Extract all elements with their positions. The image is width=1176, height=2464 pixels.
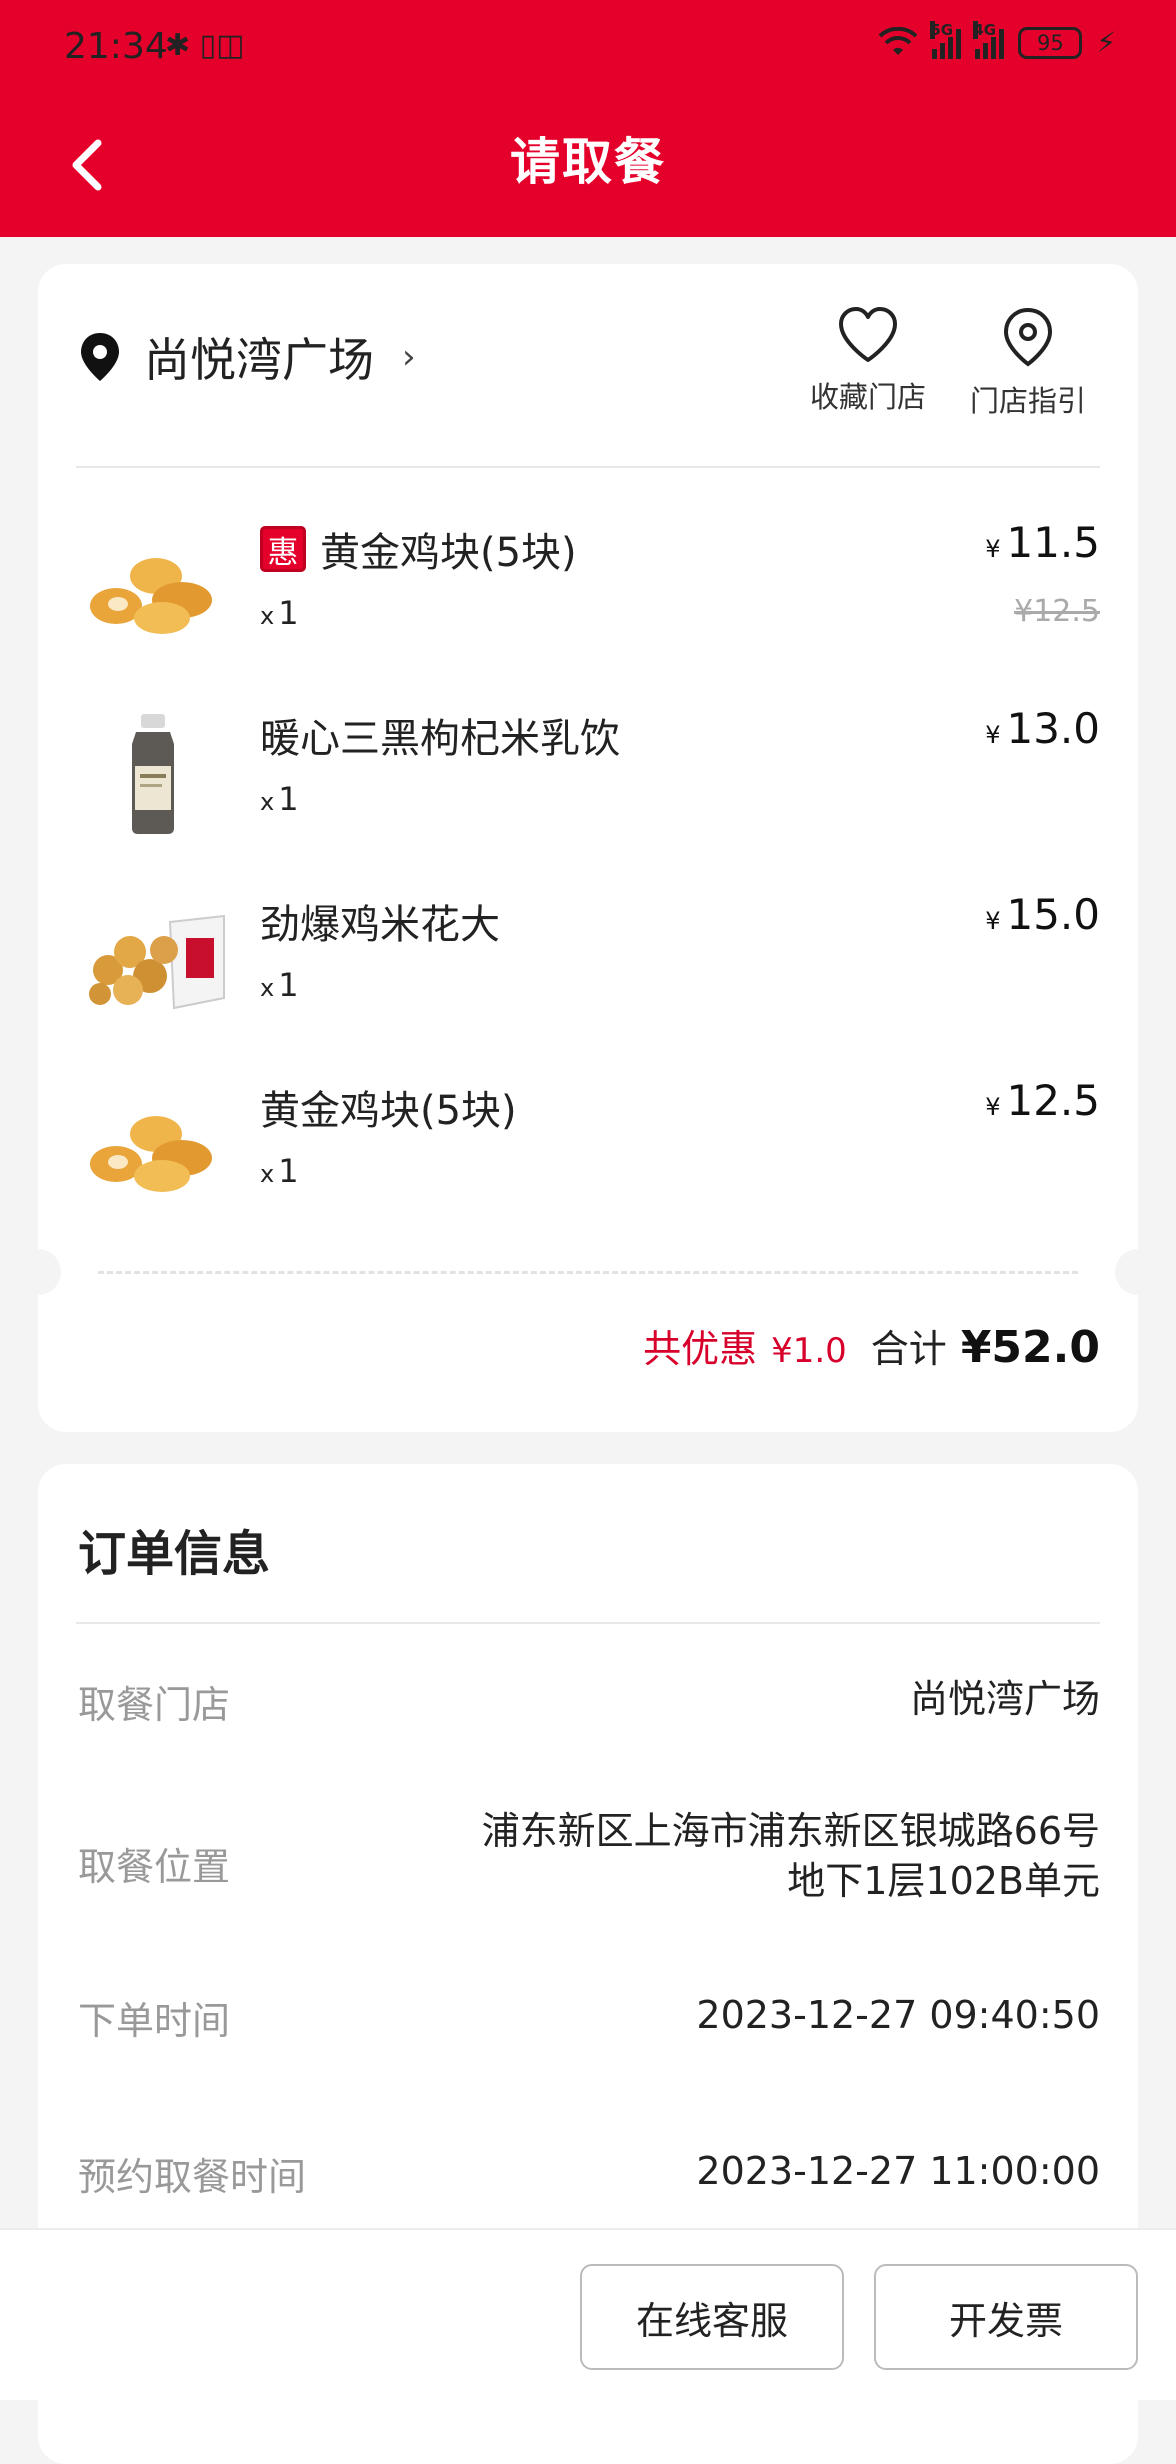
favorite-store-button[interactable]: 收藏门店: [810, 306, 926, 416]
chicken-nuggets-image: [90, 558, 212, 634]
heart-icon: [839, 307, 897, 362]
charging-icon: ⚡: [1096, 26, 1116, 59]
item-quantity: x1: [260, 1152, 299, 1190]
order-item: 劲爆鸡米花大 x1 ¥15.0: [38, 886, 1138, 1026]
signal-5g-icon: 5G: [930, 20, 962, 59]
battery-icon: 95: [1018, 26, 1083, 59]
store-link[interactable]: 尚悦湾广场 ›: [78, 324, 416, 390]
status-right: 5G 4G 95 ⚡: [878, 20, 1116, 59]
discount-badge: 惠: [260, 526, 306, 572]
store-name: 尚悦湾广场: [144, 333, 374, 387]
item-quantity: x1: [260, 780, 299, 818]
info-label: 取餐位置: [78, 1845, 231, 1889]
item-name-text: 黄金鸡块(5块): [260, 1088, 517, 1134]
chicken-nuggets-image: [90, 1116, 212, 1192]
store-guide-label: 门店指引: [970, 384, 1087, 418]
info-value: 浦东新区上海市浦东新区银城路66号 地下1层102B单元: [482, 1806, 1100, 1906]
location-pin-icon: [1003, 307, 1053, 367]
divider: [76, 1622, 1100, 1624]
info-value: 2023-12-27 11:00:00: [696, 2149, 1100, 2193]
item-name: 暖心三黑枸杞米乳饮: [260, 706, 620, 764]
popcorn-chicken-image: [89, 914, 225, 1010]
item-price: ¥13.0: [985, 704, 1100, 753]
favorite-store-label: 收藏门店: [810, 380, 927, 414]
item-name: 惠 黄金鸡块(5块): [260, 520, 577, 578]
info-value: 尚悦湾广场: [909, 1677, 1100, 1721]
store-guide-button[interactable]: 门店指引: [970, 306, 1086, 420]
info-label: 取餐门店: [78, 1683, 231, 1727]
info-value-line: 浦东新区上海市浦东新区银城路66号: [481, 1809, 1100, 1853]
order-item: 暖心三黑枸杞米乳饮 x1 ¥13.0: [38, 700, 1138, 840]
online-service-button[interactable]: 在线客服: [580, 2264, 844, 2370]
total-label: 合计: [870, 1327, 947, 1371]
item-quantity: x1: [260, 594, 299, 632]
order-info-title: 订单信息: [78, 1526, 271, 1582]
location-icon: [81, 333, 119, 381]
status-bar: 21:34 ✱ ▯◫ 5G 4G 95 ⚡: [0, 0, 1176, 100]
discount-value: ¥1.0: [771, 1331, 847, 1371]
dashed-divider: [98, 1271, 1078, 1274]
signal-4g-label: 4G: [973, 20, 997, 39]
item-original-price: ¥12.5: [1014, 594, 1100, 629]
page-title: 请取餐: [510, 133, 666, 191]
item-name-text: 劲爆鸡米花大: [260, 902, 500, 948]
chevron-right-icon: ›: [402, 337, 416, 377]
discount-label: 共优惠: [643, 1327, 758, 1371]
divider: [76, 466, 1100, 468]
info-value: 2023-12-27 09:40:50: [696, 1993, 1100, 2037]
item-price: ¥15.0: [985, 890, 1100, 939]
bottom-action-bar: 在线客服 开发票: [0, 2228, 1176, 2400]
total-value: ¥52.0: [960, 1322, 1100, 1373]
item-price: ¥11.5: [985, 518, 1100, 567]
invoice-button[interactable]: 开发票: [874, 2264, 1138, 2370]
info-label: 预约取餐时间: [78, 2155, 307, 2199]
status-left-icons: ✱ ▯◫: [165, 28, 245, 63]
signal-4g-icon: 4G: [973, 20, 1005, 59]
info-label: 下单时间: [78, 1999, 231, 2043]
order-item: 惠 黄金鸡块(5块) x1 ¥11.5 ¥12.5: [38, 514, 1138, 654]
info-value-line: 地下1层102B单元: [787, 1859, 1100, 1904]
wifi-icon: [878, 26, 918, 55]
item-name: 黄金鸡块(5块): [260, 1078, 517, 1136]
item-name-text: 黄金鸡块(5块): [320, 530, 577, 576]
item-price: ¥12.5: [985, 1076, 1100, 1125]
signal-5g-label: 5G: [930, 20, 954, 39]
item-name: 劲爆鸡米花大: [260, 892, 500, 950]
total-row: 共优惠 ¥1.0 合计 ¥52.0: [643, 1318, 1100, 1373]
status-time: 21:34: [64, 26, 168, 67]
header: 21:34 ✱ ▯◫ 5G 4G 95 ⚡ 请取餐: [0, 0, 1176, 237]
drink-bottle-image: [132, 714, 174, 834]
order-items-card: 尚悦湾广场 › 收藏门店 门店指引 惠 黄金鸡块(5块) x1 ¥11.5 ¥1…: [15, 264, 1161, 1432]
item-quantity: x1: [260, 966, 299, 1004]
ticket-notch-left: [15, 1249, 61, 1295]
order-item: 黄金鸡块(5块) x1 ¥12.5: [38, 1072, 1138, 1212]
item-name-text: 暖心三黑枸杞米乳饮: [260, 716, 620, 762]
ticket-notch-right: [1115, 1249, 1161, 1295]
